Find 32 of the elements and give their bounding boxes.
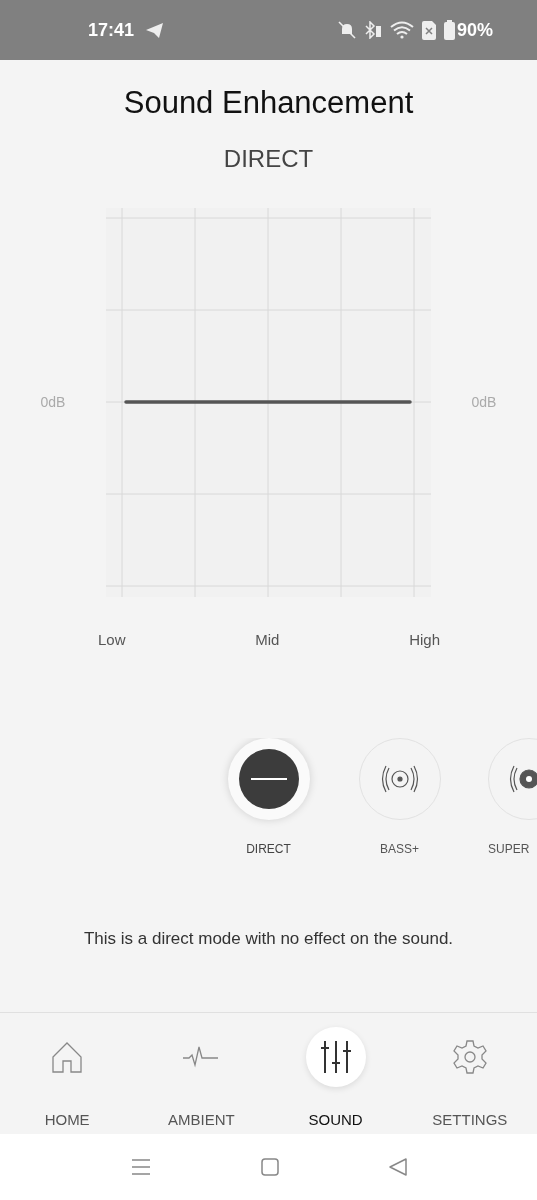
mode-label: SUPER xyxy=(488,840,530,858)
mode-label: BASS+ xyxy=(380,840,419,858)
sim-icon xyxy=(421,20,436,40)
send-icon xyxy=(146,22,164,38)
frequency-label: Mid xyxy=(255,630,280,650)
dash-icon xyxy=(250,776,287,781)
bell-off-icon xyxy=(337,21,356,39)
frequency-label: High xyxy=(409,630,440,650)
back-icon[interactable] xyxy=(388,1158,407,1176)
nav-tab[interactable]: SETTINGS xyxy=(402,1027,537,1134)
mode-button[interactable] xyxy=(227,737,310,820)
sliders-icon xyxy=(319,1040,352,1074)
right-db-label: 0dB xyxy=(470,393,498,412)
mode-label: DIRECT xyxy=(246,840,291,858)
page-title: Sound Enhancement xyxy=(122,84,415,122)
mode-title: DIRECT xyxy=(222,144,315,174)
mode-description: This is a direct mode with no effect on the sound. xyxy=(82,927,455,950)
nav-tab[interactable]: HOME xyxy=(0,1027,135,1134)
pulse-icon xyxy=(183,1045,220,1069)
wifi-icon xyxy=(389,21,414,39)
home-icon xyxy=(51,1041,84,1073)
menu-icon[interactable] xyxy=(130,1158,151,1176)
battery-percent: 90% xyxy=(456,18,493,42)
home-button-icon[interactable] xyxy=(260,1158,279,1176)
frequency-label: Low xyxy=(98,630,126,650)
settings-icon xyxy=(451,1039,488,1075)
bluetooth-icon xyxy=(363,21,382,39)
left-db-label: 0dB xyxy=(39,393,67,412)
battery-icon xyxy=(443,20,455,40)
nav-tab[interactable]: SOUND xyxy=(268,1027,403,1134)
status-time: 17:41 xyxy=(88,18,135,42)
nav-tab[interactable]: AMBIENT xyxy=(134,1027,269,1134)
